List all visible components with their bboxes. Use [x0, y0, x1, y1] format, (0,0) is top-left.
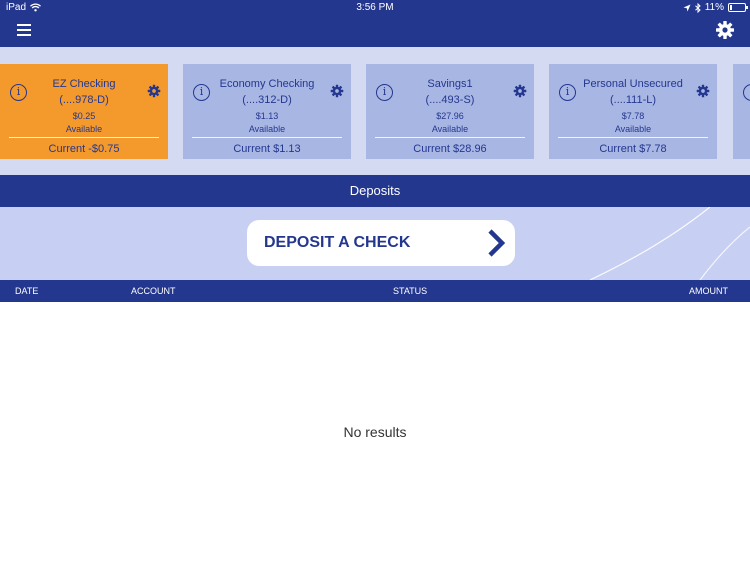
available-label: Available: [248, 124, 286, 134]
account-card[interactable]: i Economy Checking (....312-D) $1.13 Availab…: [183, 64, 351, 159]
deposits-table-header: DATE ACCOUNT STATUS AMOUNT: [0, 280, 750, 302]
column-account[interactable]: ACCOUNT: [131, 280, 176, 302]
available-label: Available: [431, 124, 469, 134]
account-name: Personal Unsecured: [583, 78, 683, 90]
column-status[interactable]: STATUS: [393, 280, 427, 302]
status-bar: iPad 3:56 PM 11%: [0, 0, 750, 16]
top-bar: iPad 3:56 PM 11%: [0, 0, 750, 47]
card-divider: [375, 137, 525, 138]
status-right: 11%: [683, 2, 748, 13]
account-number: (....493-S): [425, 94, 475, 106]
account-name: Economy Checking: [219, 78, 315, 90]
column-amount[interactable]: AMOUNT: [689, 280, 728, 302]
card-divider: [9, 137, 159, 138]
account-name: Savings1: [427, 78, 473, 90]
bluetooth-icon: [694, 2, 701, 13]
account-card[interactable]: i Personal Unsecured (....111-L) $7.78 Avail…: [549, 64, 717, 159]
current-balance: Current $7.78: [599, 143, 667, 155]
current-balance: Current $28.96: [413, 143, 487, 155]
card-divider: [192, 137, 342, 138]
battery-icon: [728, 3, 748, 12]
account-card[interactable]: i Savings1 (....493-S) $27.96 Available Curre…: [366, 64, 534, 159]
available-label: Available: [65, 124, 103, 134]
gear-icon[interactable]: [715, 20, 735, 40]
location-arrow-icon: [683, 4, 691, 11]
available-label: Available: [614, 124, 652, 134]
account-card[interactable]: i EZ Checking (....978-D) $0.25 Available Cur…: [0, 64, 168, 159]
deposit-band: DEPOSIT A CHECK: [0, 207, 750, 280]
deposit-a-check-label: DEPOSIT A CHECK: [264, 234, 411, 251]
deposit-a-check-button[interactable]: DEPOSIT A CHECK: [247, 220, 515, 266]
battery-percent: 11%: [704, 2, 724, 13]
current-balance: Current $1.13: [233, 143, 301, 155]
chevron-right-icon: [488, 229, 506, 257]
account-name: EZ Checking: [52, 78, 116, 90]
account-number: (....312-D): [242, 94, 292, 106]
available-amount: $7.78: [621, 111, 645, 121]
available-amount: $27.96: [436, 111, 464, 121]
accounts-carousel[interactable]: i iEZ Checking(....978-D)$0.25AvailableC…: [0, 47, 750, 175]
hamburger-menu-icon[interactable]: [17, 24, 31, 36]
status-time: 3:56 PM: [356, 2, 394, 13]
card-divider: [558, 137, 708, 138]
battery-level: [730, 5, 732, 10]
current-balance: Current -$0.75: [48, 143, 120, 155]
available-amount: $0.25: [72, 111, 96, 121]
app-root: iPad 3:56 PM 11% i EZ Checking (....978-…: [0, 0, 750, 562]
column-date[interactable]: DATE: [15, 280, 38, 302]
account-number: (....978-D): [59, 94, 109, 106]
empty-state-message: No results: [343, 424, 407, 440]
account-card-peek[interactable]: i: [733, 64, 750, 159]
available-amount: $1.13: [255, 111, 279, 121]
info-icon[interactable]: i: [743, 84, 750, 101]
section-title-deposits: Deposits: [0, 175, 750, 207]
account-number: (....111-L): [609, 94, 657, 106]
